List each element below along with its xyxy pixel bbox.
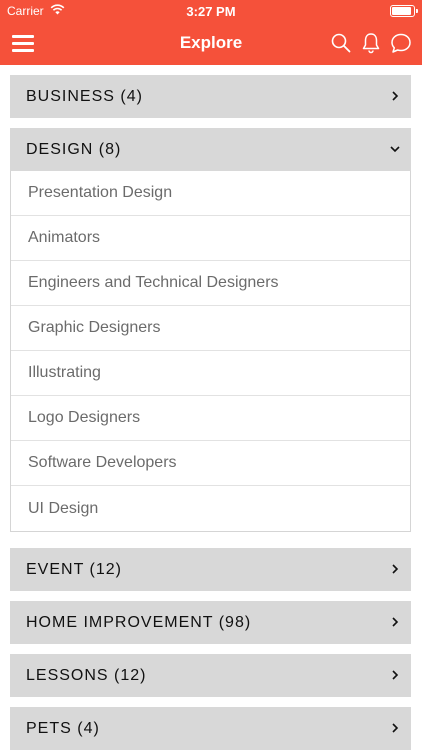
subcategory-item[interactable]: Graphic Designers [11, 306, 410, 351]
category-header[interactable]: BUSINESS (4) [10, 75, 411, 118]
chevron-right-icon [392, 617, 399, 627]
chevron-right-icon [392, 564, 399, 574]
nav-actions [330, 31, 412, 55]
category-header[interactable]: HOME IMPROVEMENT (98) [10, 601, 411, 644]
category-label: BUSINESS (4) [26, 87, 143, 105]
bell-icon[interactable] [360, 31, 382, 55]
clock: 3:27 PM [186, 4, 236, 19]
battery-icon [390, 5, 418, 17]
category-header[interactable]: DESIGN (8) [10, 128, 411, 171]
subcategory-item[interactable]: Animators [11, 216, 410, 261]
category-design: DESIGN (8) Presentation Design Animators… [10, 128, 411, 532]
category-label: DESIGN (8) [26, 140, 122, 158]
subcategory-item[interactable]: Presentation Design [11, 171, 410, 216]
subcategory-item[interactable]: Logo Designers [11, 396, 410, 441]
subcategory-item[interactable]: Software Developers [11, 441, 410, 486]
category-header[interactable]: LESSONS (12) [10, 654, 411, 697]
category-header[interactable]: PETS (4) [10, 707, 411, 750]
subcategory-item[interactable]: Engineers and Technical Designers [11, 261, 410, 306]
category-label: HOME IMPROVEMENT (98) [26, 613, 252, 631]
category-list: BUSINESS (4) DESIGN (8) Presentation Des… [10, 75, 411, 750]
chevron-right-icon [392, 723, 399, 733]
category-label: LESSONS (12) [26, 666, 147, 684]
chevron-down-icon [390, 146, 400, 153]
category-business: BUSINESS (4) [10, 75, 411, 118]
nav-bar: Explore [0, 22, 422, 65]
status-bar: Carrier 3:27 PM [0, 0, 422, 22]
explore-screen: Carrier 3:27 PM Explore BUSINESS (4) DES… [0, 0, 422, 750]
category-label: PETS (4) [26, 719, 100, 737]
category-home-improvement: HOME IMPROVEMENT (98) [10, 601, 411, 644]
category-label: EVENT (12) [26, 560, 122, 578]
category-lessons: LESSONS (12) [10, 654, 411, 697]
chat-icon[interactable] [390, 31, 412, 55]
subcategory-item[interactable]: Illustrating [11, 351, 410, 396]
category-pets: PETS (4) [10, 707, 411, 750]
subcategory-list: Presentation Design Animators Engineers … [10, 171, 411, 532]
subcategory-item[interactable]: UI Design [11, 486, 410, 531]
chevron-right-icon [392, 91, 399, 101]
header: Carrier 3:27 PM Explore [0, 0, 422, 65]
category-event: EVENT (12) [10, 548, 411, 591]
search-icon[interactable] [330, 31, 352, 55]
category-header[interactable]: EVENT (12) [10, 548, 411, 591]
chevron-right-icon [392, 670, 399, 680]
